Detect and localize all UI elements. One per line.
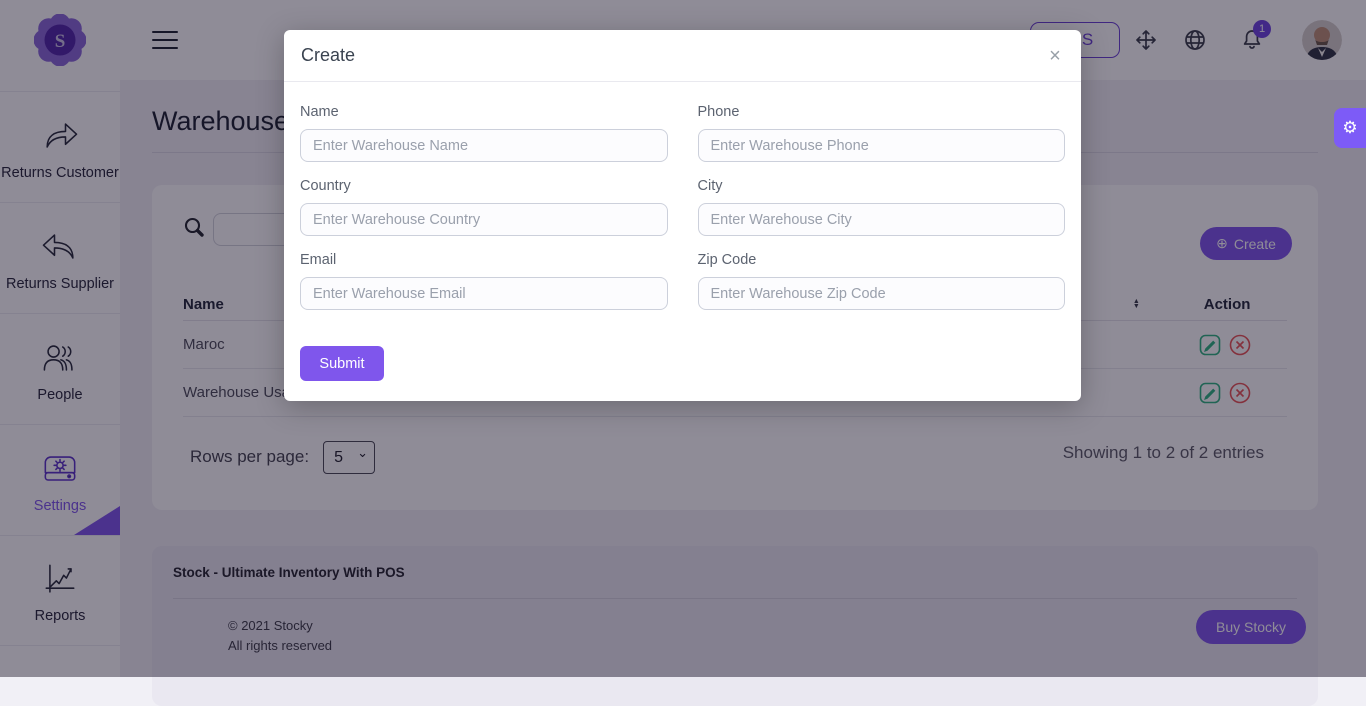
- zip-label: Zip Code: [698, 252, 1066, 268]
- phone-label: Phone: [698, 104, 1066, 120]
- name-field-group: Name: [300, 104, 668, 162]
- name-label: Name: [300, 104, 668, 120]
- gear-icon: ⚙: [1342, 118, 1357, 138]
- warehouse-name-input[interactable]: [300, 129, 668, 162]
- warehouse-country-input[interactable]: [300, 203, 668, 236]
- zip-field-group: Zip Code: [698, 252, 1066, 310]
- settings-fab-button[interactable]: ⚙: [1334, 108, 1366, 148]
- country-label: Country: [300, 178, 668, 194]
- create-warehouse-modal: Create × Name Phone Country City Email Z…: [284, 30, 1081, 401]
- city-field-group: City: [698, 178, 1066, 236]
- email-label: Email: [300, 252, 668, 268]
- warehouse-email-input[interactable]: [300, 277, 668, 310]
- close-icon[interactable]: ×: [1039, 40, 1071, 72]
- modal-body: Name Phone Country City Email Zip Code S…: [284, 82, 1081, 401]
- warehouse-phone-input[interactable]: [698, 129, 1066, 162]
- modal-header: Create ×: [284, 30, 1081, 82]
- country-field-group: Country: [300, 178, 668, 236]
- submit-button[interactable]: Submit: [300, 346, 384, 381]
- phone-field-group: Phone: [698, 104, 1066, 162]
- warehouse-zip-input[interactable]: [698, 277, 1066, 310]
- city-label: City: [698, 178, 1066, 194]
- warehouse-city-input[interactable]: [698, 203, 1066, 236]
- modal-title: Create: [301, 45, 355, 66]
- email-field-group: Email: [300, 252, 668, 310]
